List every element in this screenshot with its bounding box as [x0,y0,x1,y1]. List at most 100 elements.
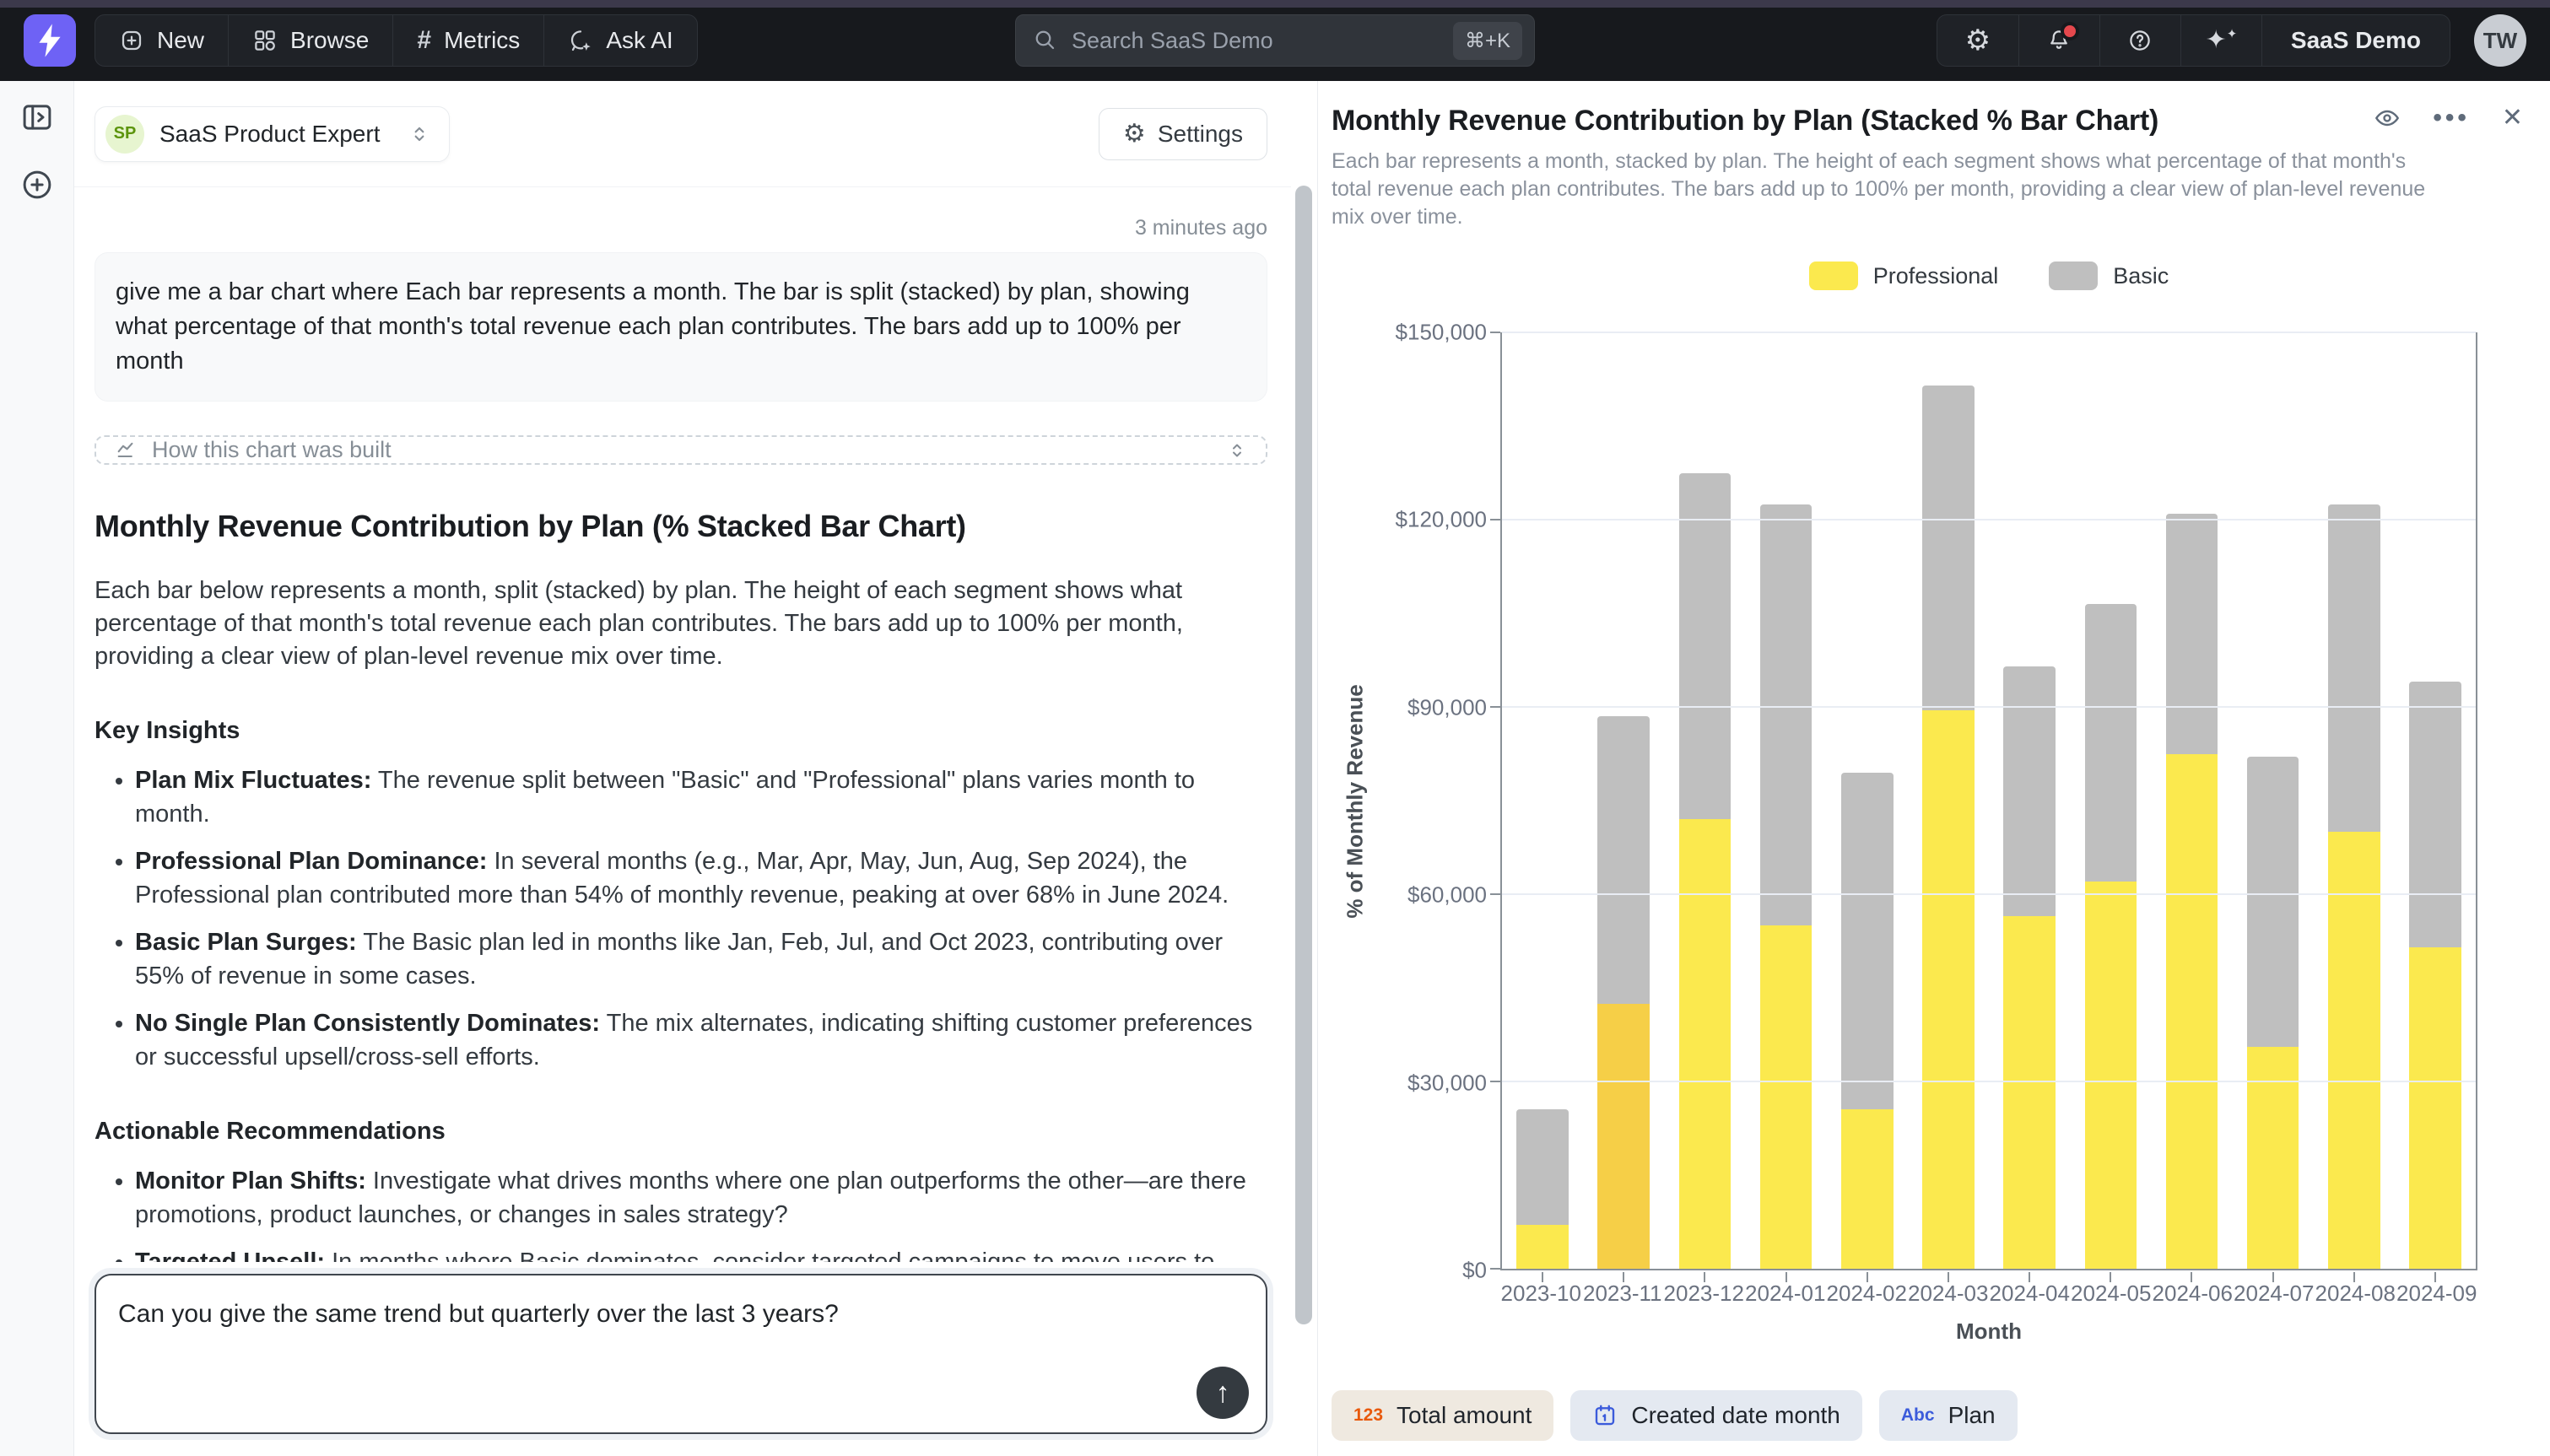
more-options-icon[interactable]: ••• [2433,105,2470,131]
arrow-up-icon: ↑ [1216,1377,1230,1410]
x-tick-label: 2024-06 [2152,1281,2234,1307]
basic-segment [2003,666,2056,916]
close-icon[interactable]: ✕ [2502,105,2523,131]
list-item: Targeted Upsell: In months where Basic d… [135,1245,1267,1262]
bar-slot-2024-06 [2151,332,2232,1269]
y-tick [1490,706,1500,708]
legend-swatch [2049,262,2098,290]
bar-slot-2024-01 [1746,332,1827,1269]
dimension-chip-plan[interactable]: Abc Plan [1879,1390,2018,1441]
settings-gear-button[interactable]: ⚙ [1937,15,2018,66]
chip-label: Total amount [1397,1402,1532,1429]
field-chips: 123 Total amount Created date month Abc … [1332,1390,2533,1444]
legend-item-basic[interactable]: Basic [2049,262,2169,290]
response-intro: Each bar below represents a month, split… [95,574,1267,673]
y-tick-label: $30,000 [1407,1070,1487,1096]
metric-chip-total-amount[interactable]: 123 Total amount [1332,1390,1553,1441]
toggle-sidebar-button[interactable] [19,100,55,135]
new-button[interactable]: New [95,15,228,66]
x-tick [2191,1272,2192,1282]
professional-segment [1922,710,1975,1269]
list-item: Professional Plan Dominance: In several … [135,844,1267,912]
x-tick [2029,1272,2030,1282]
x-tick [1948,1272,1949,1282]
gridline [1502,519,2476,520]
settings-label: Settings [1158,121,1243,148]
x-tick-label: 2023-11 [1582,1281,1664,1307]
metrics-button[interactable]: # Metrics [392,15,543,66]
message-input[interactable]: Can you give the same trend but quarterl… [95,1274,1267,1434]
user-avatar[interactable]: TW [2474,14,2526,67]
new-thread-button[interactable] [19,167,55,202]
y-tick [1490,519,1500,520]
x-tick-label: 2024-05 [2071,1281,2153,1307]
gridline [1502,1081,2476,1082]
chevron-updown-icon [408,123,430,145]
basic-segment [1760,504,1813,926]
chart-description: Each bar represents a month, stacked by … [1332,148,2437,231]
list-item: Plan Mix Fluctuates: The revenue split b… [135,763,1267,831]
basic-segment [2409,682,2461,947]
gridline [1502,332,2476,333]
app-logo[interactable] [24,14,76,67]
chat-thread: 3 minutes ago give me a bar chart where … [74,187,1291,1262]
browse-button[interactable]: Browse [228,15,392,66]
x-tick-label: 2024-09 [2396,1281,2478,1307]
hash-icon: # [417,26,431,55]
x-tick [1542,1272,1543,1282]
chat-header: SP SaaS Product Expert ⚙ Settings [74,81,1291,187]
project-switcher[interactable]: SaaS Demo [2261,15,2450,66]
x-tick-label: 2024-01 [1745,1281,1827,1307]
bars [1502,332,2476,1269]
x-axis-title: Month [1500,1318,2477,1345]
y-axis-title: % of Monthly Revenue [1332,332,1379,1270]
x-tick [2272,1272,2274,1282]
agent-name: SaaS Product Expert [159,121,380,148]
gear-icon: ⚙ [1123,121,1146,147]
ask-ai-button[interactable]: Ask AI [543,15,696,66]
browse-label: Browse [290,27,369,54]
x-tick-label: 2024-07 [2234,1281,2315,1307]
ai-sparkle-button[interactable]: ✦✦ [2180,15,2261,66]
chat-scrollbar-thumb[interactable] [1295,186,1312,1324]
x-tick [1704,1272,1705,1282]
chart-panel-header: Monthly Revenue Contribution by Plan (St… [1332,105,2533,138]
how-chart-built-toggle[interactable]: How this chart was built [95,435,1267,465]
chevron-updown-icon [1227,440,1247,461]
x-tick-label: 2024-02 [1826,1281,1908,1307]
help-button[interactable] [2099,15,2180,66]
chart-plot-area [1500,332,2477,1270]
notification-dot [2061,22,2079,40]
bar-slot-2024-04 [1989,332,2070,1269]
message-timestamp: 3 minutes ago [95,216,1267,240]
chart-title: Monthly Revenue Contribution by Plan (St… [1332,105,2158,138]
bar-slot-2023-12 [1664,332,1745,1269]
basic-segment [1841,773,1894,1110]
how-chart-built-label: How this chart was built [152,437,392,463]
legend-item-professional[interactable]: Professional [1809,262,1999,290]
agent-selector[interactable]: SP SaaS Product Expert [95,106,450,162]
basic-segment [2247,757,2299,1047]
send-button[interactable]: ↑ [1197,1367,1249,1419]
ask-ai-label: Ask AI [606,27,673,54]
x-tick [1867,1272,1868,1282]
dimension-chip-created-date-month[interactable]: Created date month [1570,1390,1862,1441]
gridline [1502,706,2476,708]
basic-segment [1922,386,1975,710]
composer: Can you give the same trend but quarterl… [74,1262,1291,1456]
professional-segment [2003,916,2056,1269]
x-tick-label: 2024-03 [1908,1281,1990,1307]
y-tick [1490,332,1500,333]
navbar-right: ⚙ ✦✦ SaaS Demo TW [1937,14,2526,67]
message-input-value: Can you give the same trend but quarterl… [118,1297,1173,1331]
view-icon[interactable] [2374,105,2401,132]
professional-segment [1597,1004,1650,1270]
global-search-input[interactable]: Search SaaS Demo ⌘+K [1015,14,1535,67]
chart-panel-actions: ••• ✕ [2374,105,2533,132]
notifications-button[interactable] [2018,15,2099,66]
basic-segment [2085,604,2137,882]
top-navbar: New Browse # Metrics Ask AI Search SaaS … [0,0,2550,81]
x-tick-label: 2024-04 [1989,1281,2071,1307]
gear-icon: ⚙ [1965,26,1991,55]
agent-settings-button[interactable]: ⚙ Settings [1099,108,1267,160]
